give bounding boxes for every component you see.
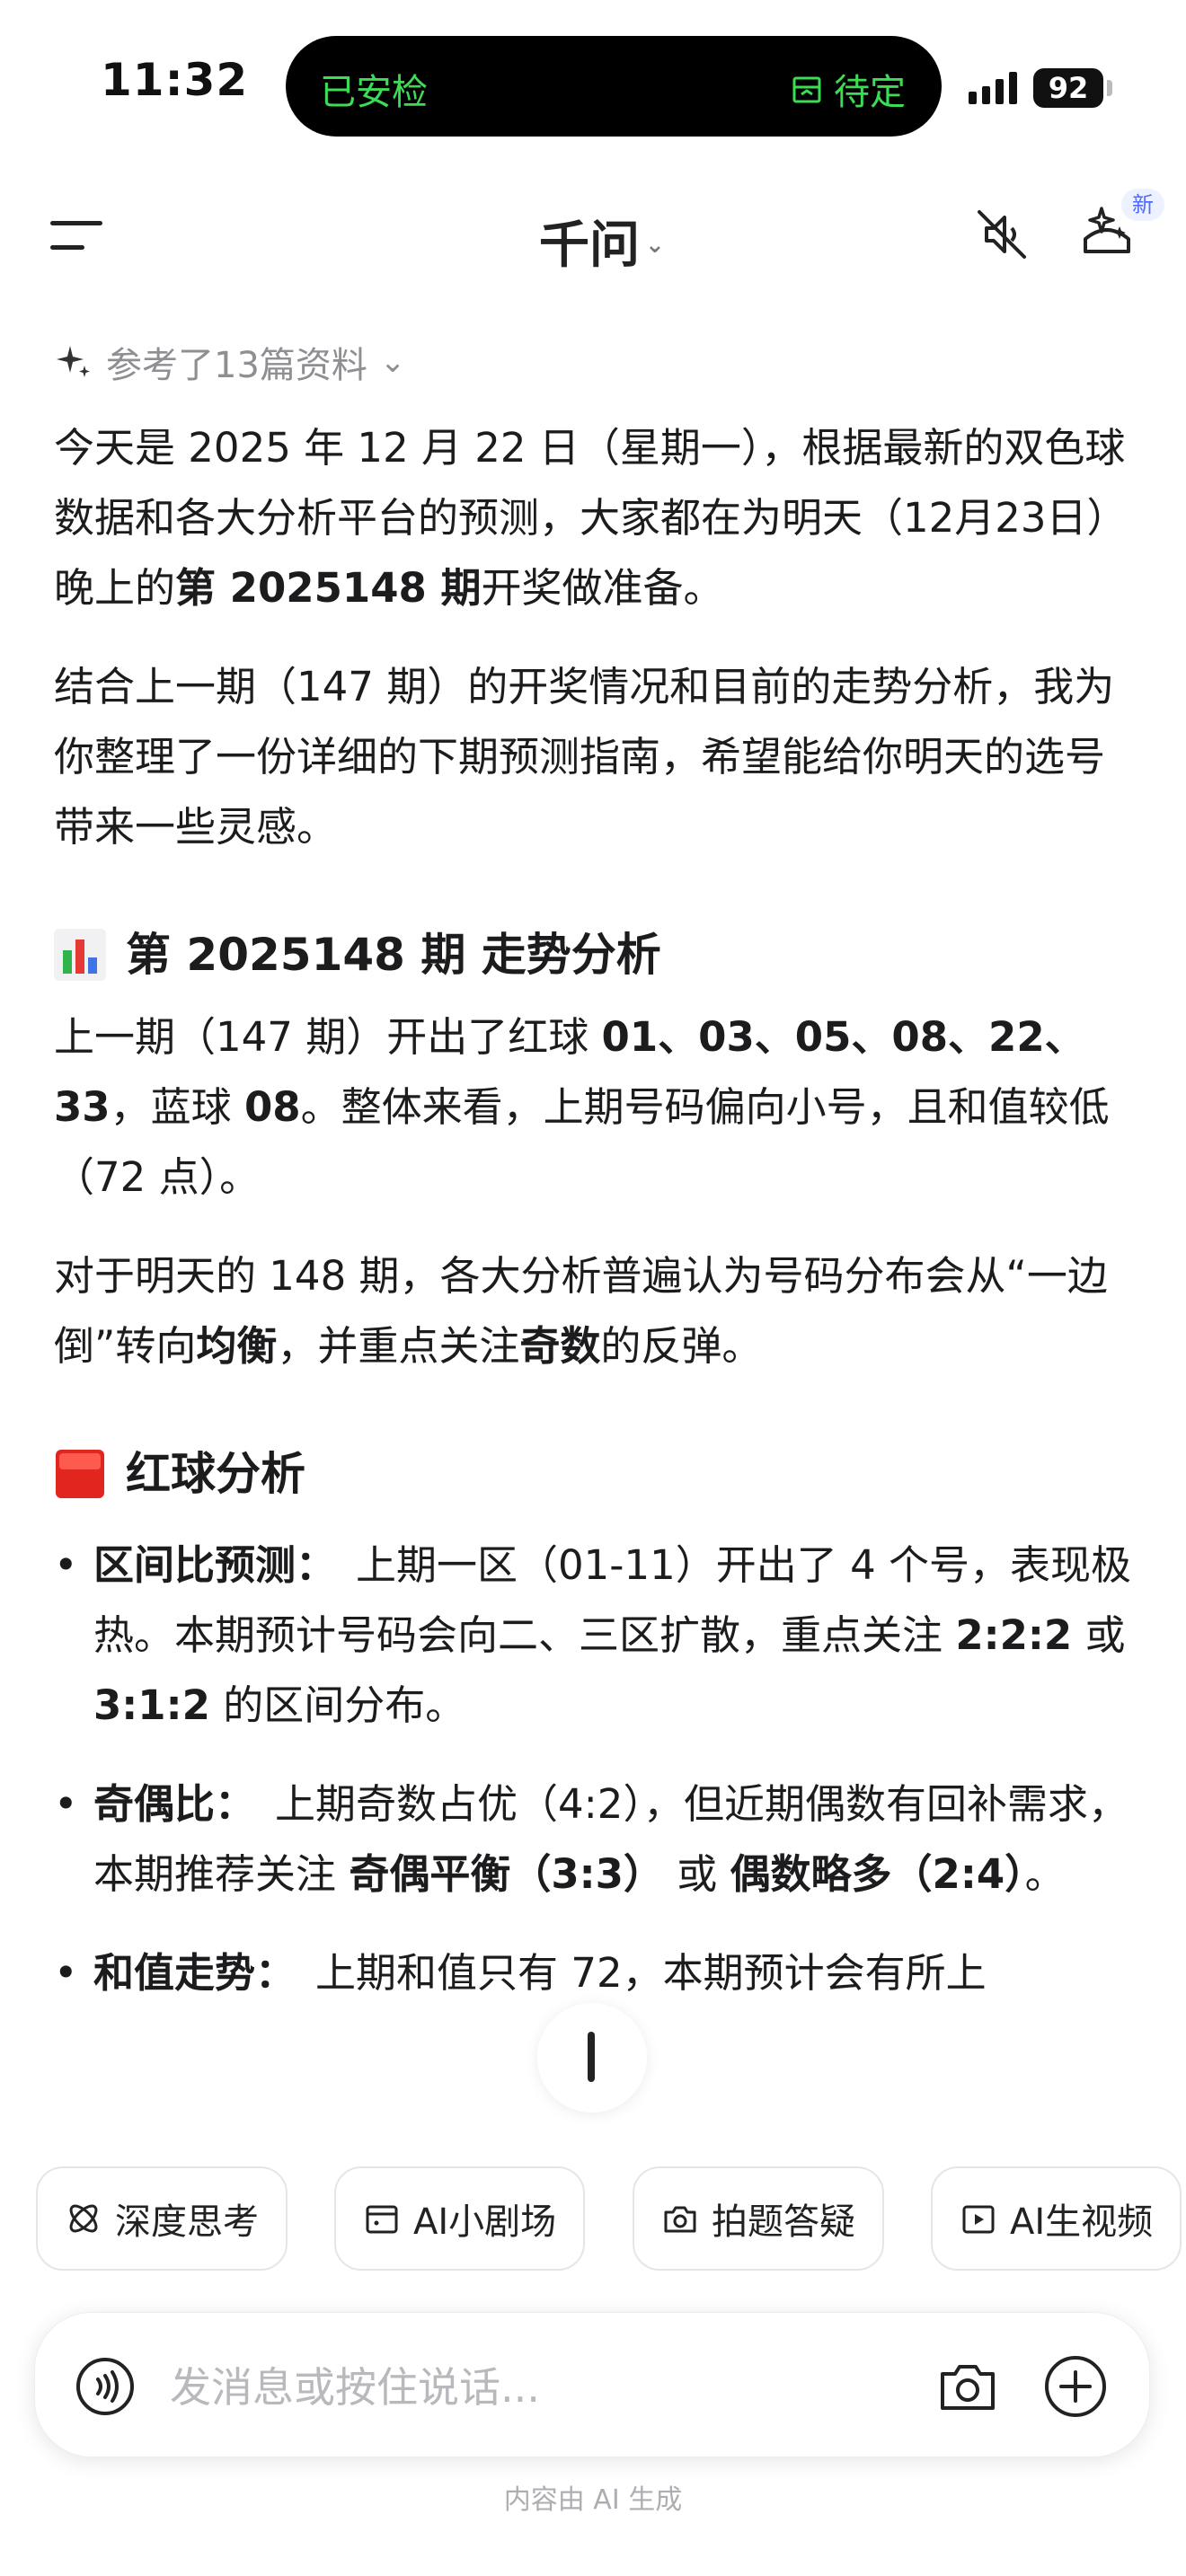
text: ，并重点关注 [277,1322,520,1370]
dynamic-island: 已安检 待定 [286,36,942,137]
atom-icon [69,2204,98,2233]
battery-level: 92 [1033,68,1103,108]
section-heading-red-ball: 红球分析 [54,1439,1132,1509]
text: 的区间分布。 [209,1681,466,1729]
text: 上一期（147 期）开出了红球 [54,1013,602,1061]
issue-number: 第 2025148 期 [175,564,482,612]
text: ，蓝球 [110,1083,244,1131]
text: 的反弹。 [600,1322,763,1370]
battery-cap [1107,80,1112,96]
emphasis: 均衡 [196,1322,278,1370]
plus-icon[interactable] [1043,2354,1108,2419]
video-icon [962,2205,995,2234]
chevron-down-icon: ⌄ [379,344,406,380]
section-heading-trend: 第 2025148 期 走势分析 [54,920,1132,990]
chat-response: 今天是 2025 年 12 月 22 日（星期一），根据最新的双色球数据和各大分… [54,413,1132,2129]
list-item: 奇偶比：上期奇数占优（4:2），但近期偶数有回补需求，本期推荐关注 奇偶平衡（3… [54,1769,1132,1910]
bar-chart-icon [54,929,106,981]
text: 上期和值只有 72，本期预计会有所上 [315,1949,987,1997]
chip-label: 拍题答疑 [712,2201,855,2243]
clapperboard-icon [366,2205,398,2234]
references-toggle[interactable]: 参考了13篇资料 ⌄ [54,336,405,388]
status-time: 11:32 [101,54,249,106]
paragraph-summary: 结合上一期（147 期）的开奖情况和目前的走势分析，我为你整理了一份详细的下期预… [54,663,1115,851]
camera-icon[interactable] [935,2354,1000,2419]
paragraph-last-draw: 上一期（147 期）开出了红球 01、03、05、08、22、33，蓝球 08。… [54,1002,1132,1213]
emphasis: 2:2:2 [955,1611,1073,1659]
message-composer [34,2312,1150,2457]
chip-label: AI生视频 [1010,2201,1154,2243]
chevron-down-icon: ⌄ [645,231,665,259]
new-badge: 新 [1121,189,1164,221]
chip-photo-question[interactable]: 拍题答疑 [633,2166,884,2271]
text: 或 [663,1850,730,1898]
section-title: 红球分析 [126,1448,305,1500]
red-ball-analysis-list: 区间比预测：上期一区（01-11）开出了 4 个号，表现极热。本期预计号码会向二… [54,1531,1132,2008]
list-item-title: 和值走势： [93,1949,296,1997]
chip-label: AI小剧场 [413,2201,557,2243]
chip-label: 深度思考 [115,2201,259,2243]
scroll-handle[interactable] [537,2003,647,2113]
text: 。 [1024,1850,1066,1898]
list-item: 区间比预测：上期一区（01-11）开出了 4 个号，表现极热。本期预计号码会向二… [54,1531,1132,1741]
list-item: 和值走势： 上期和值只有 72，本期预计会有所上 [54,1938,1132,2008]
chip-deep-think[interactable]: 深度思考 [36,2166,288,2271]
emphasis: 偶数略多（2:4） [730,1850,1025,1898]
app-title[interactable]: 千问 ⌄ [539,205,665,278]
chip-ai-video[interactable]: AI生视频 [931,2166,1182,2271]
list-item-title: 奇偶比： [93,1780,256,1828]
paragraph-forecast: 对于明天的 148 期，各大分析普遍认为号码分布会从“一边倒”转向均衡，并重点关… [54,1241,1132,1381]
shortcut-chip-bar: 深度思考 AI小剧场 拍题答疑 AI生视频 [0,2138,1186,2299]
text: 开奖做准备。 [481,564,724,612]
section-title: 第 2025148 期 走势分析 [126,929,661,981]
paragraph-intro: 今天是 2025 年 12 月 22 日（星期一），根据最新的双色球数据和各大分… [54,413,1132,623]
camera-icon [664,2206,696,2233]
scroll-grip [588,2032,595,2082]
list-item-title: 区间比预测： [93,1541,337,1589]
emphasis: 奇偶平衡（3:3） [349,1850,664,1898]
ai-disclaimer: 内容由 AI 生成 [503,2484,683,2516]
text: 或 [1072,1611,1126,1659]
emphasis: 奇数 [519,1322,601,1370]
signal-icon [969,72,1017,104]
menu-icon[interactable] [50,219,102,251]
blue-ball-number: 08 [243,1083,301,1131]
island-status-label: 待定 [834,72,906,113]
sparkle-icon [57,346,90,377]
chip-ai-theater[interactable]: AI小剧场 [334,2166,586,2271]
emphasis: 3:1:2 [93,1681,210,1729]
ticket-icon [792,76,821,103]
voice-icon[interactable] [75,2356,136,2417]
island-status-right: 待定 [789,63,906,115]
island-status-left: 已安检 [320,72,428,113]
references-label: 参考了13篇资料 [106,345,367,386]
red-square-icon [56,1450,104,1498]
speaker-mute-icon[interactable] [972,205,1031,264]
message-input[interactable] [168,2351,926,2424]
app-title-label: 千问 [539,216,640,275]
